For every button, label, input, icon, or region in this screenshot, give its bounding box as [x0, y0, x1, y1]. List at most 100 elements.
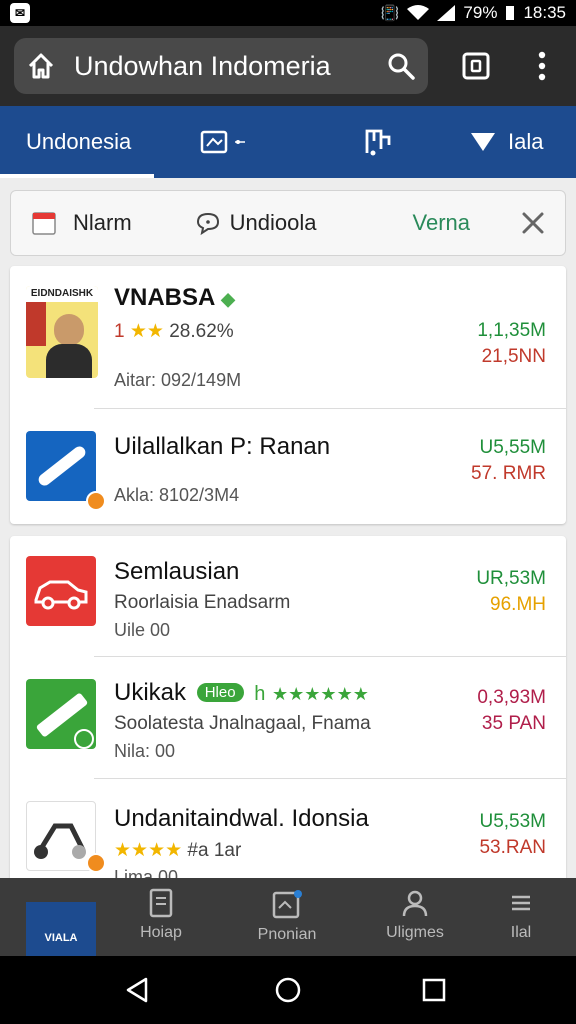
vibrate-icon: 📳	[380, 5, 400, 22]
item-rating: ★★★★ #a 1ar	[114, 839, 241, 862]
active-tab-indicator	[0, 174, 154, 178]
price-primary: U5,55M	[479, 437, 546, 458]
tab-undonesia[interactable]: Undonesia	[26, 106, 131, 178]
price-primary: U5,53M	[479, 811, 546, 832]
home-button-icon[interactable]	[274, 976, 302, 1004]
tab-label: Iala	[508, 129, 544, 154]
price-secondary: 21,5NN	[481, 346, 546, 367]
item-title: Undanitaindwal. Idonsia	[114, 805, 369, 832]
rating-number: 1	[114, 321, 125, 342]
system-navigation-bar	[0, 956, 576, 1024]
tag-suffix: h	[254, 683, 266, 705]
item-subtitle: Roorlaisia Enadsarm	[114, 592, 291, 613]
filter-alarm[interactable]: Nlarm	[73, 210, 132, 236]
star-icons: ★★	[129, 321, 164, 342]
tab-chart[interactable]	[364, 106, 392, 178]
bottom-navigation: VIALA Hoiap Pnonian Uligmes Ilal	[0, 878, 576, 956]
price-secondary: 96.MH	[490, 594, 546, 615]
item-title-text: VNABSA	[114, 284, 215, 311]
filter-bar: Nlarm Undioola Verna	[10, 190, 566, 256]
star-icons: ★★★★★★	[272, 684, 369, 704]
car-icon	[34, 580, 88, 610]
address-bar[interactable]: Undowhan Indomeria	[14, 38, 428, 94]
signal-icon	[437, 5, 456, 21]
item-rating: 1 ★★ 28.62%	[114, 320, 234, 343]
nav-label: Pnonian	[257, 926, 317, 943]
app-bar: Undowhan Indomeria	[0, 26, 576, 106]
item-meta: Uile 00	[114, 620, 171, 640]
bottom-thumbnail[interactable]: VIALA	[26, 902, 96, 956]
item-title-text: Ukikak	[114, 679, 187, 706]
nav-item-uligmes[interactable]: Uligmes	[360, 888, 470, 942]
price-primary: 1,1,35M	[477, 320, 546, 341]
tab-media[interactable]	[200, 106, 250, 178]
item-meta: Aitar: 092/149M	[114, 370, 242, 390]
more-options-icon[interactable]	[530, 48, 554, 84]
filter-verna[interactable]: Verna	[413, 210, 471, 236]
back-icon[interactable]	[124, 976, 152, 1004]
home-icon[interactable]	[26, 51, 56, 81]
status-bar: ✉ 📳 79% 18:35	[0, 0, 576, 26]
nav-item-pnonian[interactable]: Pnonian	[232, 888, 342, 944]
item-meta: Akla: 8102/3M4	[114, 485, 240, 505]
price-secondary: 53.RAN	[479, 837, 546, 858]
menu-icon	[512, 895, 530, 911]
document-icon	[149, 888, 173, 918]
price-secondary: 57. RMR	[471, 463, 546, 484]
thumbnail-image: EIDNDAISHK	[26, 286, 98, 378]
list-item[interactable]: Ukikak Hleo h ★★★★★★ Soolatesta Jnalnaga…	[10, 657, 566, 778]
nav-label: Hoiap	[140, 924, 182, 941]
price-primary: UR,53M	[476, 568, 546, 589]
recents-icon[interactable]	[420, 976, 448, 1004]
thumbnail-label: VIALA	[44, 932, 78, 944]
app-icon-bandage	[26, 431, 96, 501]
thumbnail-caption: EIDNDAISHK	[26, 286, 98, 302]
nav-item-home[interactable]: Hoiap	[106, 888, 216, 942]
battery-percent: 79%	[463, 3, 498, 22]
item-subtitle: Soolatesta Jnalnagaal, Fnama	[114, 713, 371, 734]
dropdown-triangle-icon	[471, 133, 495, 151]
badge-dot	[74, 729, 94, 749]
item-title: Semlausian	[114, 558, 240, 585]
wifi-icon	[407, 5, 430, 20]
nav-label: Ilal	[510, 924, 532, 941]
address-title: Undowhan Indomeria	[74, 50, 331, 81]
badge-dot	[86, 853, 106, 873]
star-icons: ★★★★	[114, 840, 183, 861]
close-icon[interactable]	[520, 210, 546, 236]
item-title: VNABSA ◆	[114, 284, 235, 312]
list-card: Semlausian Roorlaisia Enadsarm Uile 00 U…	[10, 536, 566, 887]
tab-switcher-icon[interactable]	[460, 50, 492, 82]
chat-icon[interactable]	[194, 210, 222, 236]
person-body	[46, 344, 92, 378]
rating-text: #a 1ar	[187, 840, 242, 861]
list-item[interactable]: EIDNDAISHK VNABSA ◆ 1 ★★ 28.62% Aitar: 0…	[10, 266, 566, 408]
list-item[interactable]: Semlausian Roorlaisia Enadsarm Uile 00 U…	[10, 536, 566, 656]
tab-iala[interactable]: Iala	[470, 106, 543, 178]
filter-chat-label[interactable]: Undioola	[230, 210, 317, 236]
search-icon[interactable]	[386, 51, 416, 81]
price-secondary: 35 PAN	[481, 713, 546, 734]
badge-dot	[86, 491, 106, 511]
status-time: 18:35	[523, 3, 566, 22]
media-icon	[200, 130, 245, 154]
rating-text: 28.62%	[169, 321, 234, 342]
list-card: EIDNDAISHK VNABSA ◆ 1 ★★ 28.62% Aitar: 0…	[10, 266, 566, 524]
news-icon	[272, 890, 302, 919]
list-item[interactable]: Uilallalkan P: Ranan Akla: 8102/3M4 U5,5…	[10, 409, 566, 524]
status-right: 📳 79% 18:35	[381, 3, 566, 23]
diamond-icon: ◆	[221, 289, 235, 309]
tab-bar: Undonesia Iala	[0, 106, 576, 178]
notification-app-icon: ✉	[10, 3, 30, 23]
chart-icon	[365, 129, 391, 156]
bandage-shape	[36, 444, 88, 488]
calendar-icon[interactable]	[31, 210, 57, 236]
battery-icon	[506, 6, 515, 20]
nav-label: Uligmes	[386, 924, 444, 941]
list-item[interactable]: Undanitaindwal. Idonsia ★★★★ #a 1ar Lima…	[10, 779, 566, 887]
tab-label: Undonesia	[26, 129, 132, 154]
person-face	[54, 314, 84, 346]
tag-pill: Hleo	[196, 683, 244, 702]
thumbnail-stripe	[26, 302, 46, 346]
nav-item-ilal[interactable]: Ilal	[466, 888, 576, 942]
